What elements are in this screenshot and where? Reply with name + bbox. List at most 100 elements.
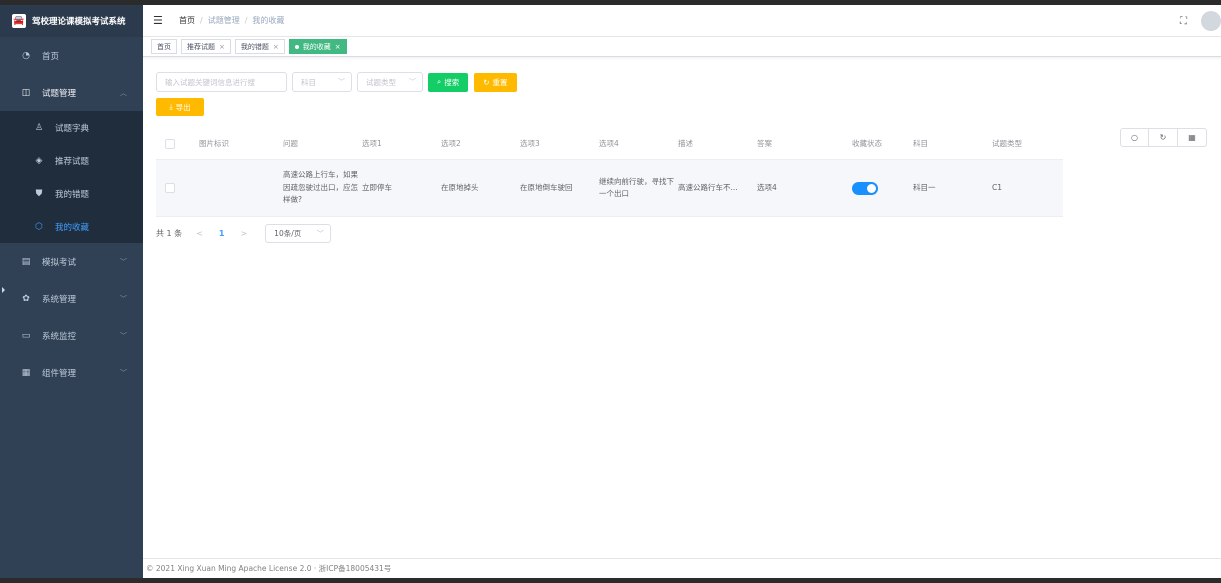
- export-button[interactable]: ⤓ 导出: [156, 98, 204, 116]
- search-button-label: 搜索: [444, 77, 460, 87]
- table-toolbar: ○ ↻ ▦: [1120, 128, 1207, 147]
- cell-option1: 立即停车: [362, 182, 392, 192]
- reset-button[interactable]: ↻ 重置: [474, 72, 517, 92]
- eye-icon: ◈: [35, 155, 43, 166]
- navbar: ☰ 首页 / 试题管理 / 我的收藏 ⛶: [143, 5, 1221, 37]
- breadcrumb-item[interactable]: 试题管理: [208, 15, 240, 26]
- breadcrumb-item[interactable]: 首页: [179, 15, 195, 26]
- tag-wrong[interactable]: 我的错题 ×: [234, 39, 285, 54]
- header-option4: 选项4: [599, 138, 619, 148]
- chevron-down-icon: ﹀: [120, 257, 127, 266]
- table-header: 图片标识 问题 选项1 选项2 选项3 选项4 描述 答案 收藏状态 科目 试题…: [156, 129, 1063, 160]
- sidebar-item-fav[interactable]: ⬡ 我的收藏: [0, 210, 143, 243]
- row-checkbox[interactable]: [165, 183, 175, 193]
- subject-select[interactable]: 科目 ﹀: [292, 72, 352, 92]
- shield-icon: ⛊: [35, 188, 43, 199]
- user-icon: ♙: [34, 122, 44, 133]
- monitor-icon: ▭: [21, 330, 31, 341]
- chevron-up-icon: ︿: [120, 88, 127, 97]
- grid-icon: ▦: [21, 367, 31, 378]
- cell-desc: 高速公路行车不...: [678, 182, 738, 192]
- sidebar-item-label: 系统监控: [42, 331, 77, 342]
- search-button[interactable]: ⌕ 搜索: [428, 72, 469, 92]
- cell-question: 高速公路上行车，如果因疏忽驶过出口，应怎样做?: [283, 170, 358, 205]
- export-button-label: 导出: [175, 102, 191, 112]
- breadcrumb-separator: /: [200, 16, 203, 25]
- dashboard-icon: ◔: [22, 50, 30, 61]
- subject-placeholder: 科目: [301, 77, 316, 87]
- chevron-down-icon: ﹀: [120, 294, 127, 303]
- close-icon[interactable]: ×: [335, 43, 341, 51]
- tag-label: 首页: [157, 42, 171, 51]
- collapse-handle-icon[interactable]: [2, 287, 5, 293]
- fullscreen-icon[interactable]: ⛶: [1180, 16, 1187, 27]
- refresh-icon: ↻: [1159, 133, 1167, 142]
- breadcrumb-item: 我的收藏: [252, 16, 285, 25]
- app-logo[interactable]: 🚘 驾校理论课模拟考试系统: [0, 5, 143, 37]
- tag-label: 我的收藏: [302, 42, 331, 51]
- footer-text: © 2021 Xing Xuan Ming Apache License 2.0…: [146, 564, 392, 573]
- header-option1: 选项1: [362, 138, 382, 148]
- cell-option2: 在原地掉头: [441, 182, 479, 192]
- chevron-down-icon: ﹀: [120, 368, 127, 377]
- columns-button[interactable]: ▦: [1178, 128, 1207, 147]
- page-number[interactable]: 1: [219, 229, 225, 238]
- sidebar-item-label: 试题字典: [55, 123, 90, 134]
- car-icon: 🚘: [12, 14, 26, 28]
- sidebar-item-recommend[interactable]: ◈ 推荐试题: [0, 144, 143, 177]
- refresh-icon: ↻: [483, 77, 490, 87]
- navbar-right: ⛶: [1180, 11, 1221, 31]
- footer: © 2021 Xing Xuan Ming Apache License 2.0…: [143, 558, 1221, 578]
- header-option2: 选项2: [441, 138, 461, 148]
- page-size-select[interactable]: 10条/页 ﹀: [265, 223, 332, 243]
- search-icon: ⌕: [437, 77, 442, 86]
- refresh-button[interactable]: ↻: [1149, 128, 1178, 147]
- prev-page-icon[interactable]: <: [196, 229, 203, 238]
- sidebar-item-wrong[interactable]: ⛊ 我的错题: [0, 177, 143, 210]
- hamburger-icon[interactable]: ☰: [153, 14, 165, 27]
- type-select[interactable]: 试题类型 ﹀: [357, 72, 423, 92]
- sidebar: 🚘 驾校理论课模拟考试系统 ◔ 首页 ◫ 试题管理 ︿ ♙ 试题字典 ◈ 推荐试…: [0, 5, 143, 578]
- active-dot-icon: [294, 44, 299, 49]
- header-checkbox-cell: [156, 139, 183, 149]
- sidebar-item-question-mgmt[interactable]: ◫ 试题管理 ︿: [0, 74, 143, 111]
- sidebar-item-monitor[interactable]: ▭ 系统监控 ﹀: [0, 317, 143, 354]
- pagination-total: 共 1 条: [156, 228, 183, 238]
- cell-fav: [849, 181, 910, 195]
- gear-icon: ✿: [22, 293, 30, 304]
- sidebar-item-label: 我的错题: [55, 189, 90, 200]
- sidebar-item-exam[interactable]: ▤ 模拟考试 ﹀: [0, 243, 143, 280]
- keyword-input[interactable]: 输入试题关键词信息进行搜: [156, 72, 287, 92]
- tag-recommend[interactable]: 推荐试题 ×: [181, 39, 231, 54]
- sidebar-item-dict[interactable]: ♙ 试题字典: [0, 111, 143, 144]
- next-page-icon[interactable]: >: [240, 229, 247, 238]
- favorites-table: 图片标识 问题 选项1 选项2 选项3 选项4 描述 答案 收藏状态 科目 试题…: [156, 129, 1063, 217]
- toggle-search-button[interactable]: ○: [1120, 128, 1149, 147]
- tag-fav[interactable]: 我的收藏 ×: [288, 39, 347, 54]
- sidebar-item-system[interactable]: ✿ 系统管理 ﹀: [0, 280, 143, 317]
- sidebar-item-home[interactable]: ◔ 首页: [0, 37, 143, 74]
- cube-icon: ⬡: [35, 221, 43, 232]
- breadcrumb: 首页 / 试题管理 / 我的收藏: [179, 15, 284, 26]
- cell-type: C1: [992, 182, 1003, 192]
- app-title: 驾校理论课模拟考试系统: [32, 17, 126, 27]
- header-type: 试题类型: [992, 138, 1022, 148]
- table-row[interactable]: 高速公路上行车，如果因疏忽驶过出口，应怎样做? 立即停车 在原地掉头 在原地倒车…: [156, 160, 1063, 217]
- sidebar-item-label: 模拟考试: [42, 257, 77, 268]
- submenu-question-mgmt: ♙ 试题字典 ◈ 推荐试题 ⛊ 我的错题 ⬡ 我的收藏: [0, 111, 143, 243]
- breadcrumb-separator: /: [244, 16, 248, 25]
- download-icon: ⤓: [169, 102, 173, 111]
- book-icon: ◫: [21, 87, 31, 98]
- list-icon: ▤: [21, 256, 31, 267]
- chevron-down-icon: ﹀: [120, 331, 127, 340]
- avatar[interactable]: [1201, 11, 1221, 31]
- favorite-switch[interactable]: [852, 181, 878, 195]
- close-icon[interactable]: ×: [273, 43, 279, 51]
- sidebar-item-label: 组件管理: [42, 368, 77, 379]
- select-all-checkbox[interactable]: [165, 139, 175, 149]
- header-desc: 描述: [678, 138, 693, 148]
- type-placeholder: 试题类型: [366, 77, 396, 87]
- close-icon[interactable]: ×: [219, 43, 225, 51]
- sidebar-item-component[interactable]: ▦ 组件管理 ﹀: [0, 354, 143, 391]
- tag-home[interactable]: 首页: [151, 39, 177, 54]
